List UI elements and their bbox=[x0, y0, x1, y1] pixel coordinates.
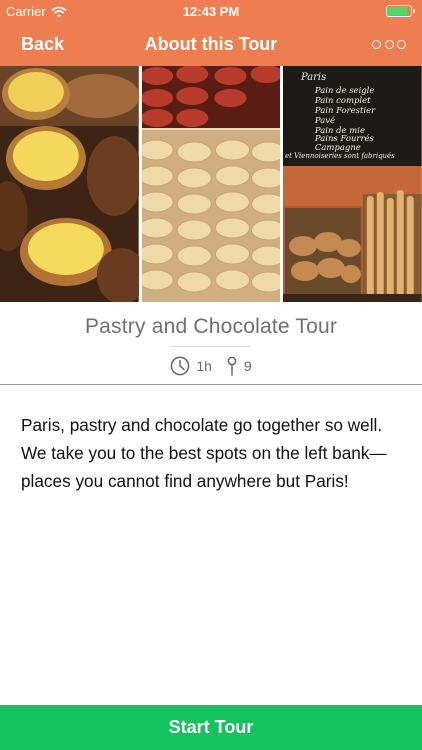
tour-title: Pastry and Chocolate Tour bbox=[84, 315, 338, 338]
battery-level bbox=[388, 7, 407, 15]
back-button[interactable]: Back bbox=[21, 34, 64, 55]
macaron-photo[interactable] bbox=[141, 66, 281, 302]
chalkboard-line: et Viennoiseries sont fabriqués bbox=[285, 152, 395, 160]
stops-value: 9 bbox=[243, 358, 252, 374]
bakery-photo[interactable]: Paris Pain de seigle Pain complet Pain F… bbox=[283, 66, 422, 302]
title-divider bbox=[171, 346, 251, 347]
nav-bar: Back About this Tour bbox=[0, 22, 422, 66]
tart-photo[interactable] bbox=[0, 66, 139, 302]
section-divider bbox=[0, 384, 422, 385]
tour-meta: 1h 9 bbox=[0, 355, 422, 377]
chalkboard-line: Pain Forestier bbox=[314, 105, 376, 115]
status-time: 12:43 PM bbox=[182, 4, 240, 19]
tour-photo-strip: Paris Pain de seigle Pain complet Pain F… bbox=[0, 66, 422, 302]
chalkboard-line: Pain de seigle bbox=[314, 85, 374, 95]
duration-info: 1h bbox=[170, 356, 212, 376]
pin-icon bbox=[227, 356, 237, 376]
more-icon[interactable] bbox=[372, 36, 406, 52]
chalkboard-line: Pavé bbox=[314, 115, 335, 125]
clock-icon bbox=[170, 356, 190, 376]
tour-description: Paris, pastry and chocolate go together … bbox=[21, 415, 387, 491]
duration-value: 1h bbox=[196, 358, 212, 374]
status-bar: Carrier 12:43 PM bbox=[0, 0, 422, 22]
battery-icon bbox=[386, 5, 415, 17]
chalkboard-line: Campagne bbox=[315, 142, 361, 152]
stops-info: 9 bbox=[226, 356, 252, 376]
chalkboard-sign: Paris bbox=[300, 72, 326, 83]
chalkboard-line: Pain complet bbox=[314, 95, 371, 105]
start-tour-button[interactable]: Start Tour bbox=[0, 705, 422, 750]
